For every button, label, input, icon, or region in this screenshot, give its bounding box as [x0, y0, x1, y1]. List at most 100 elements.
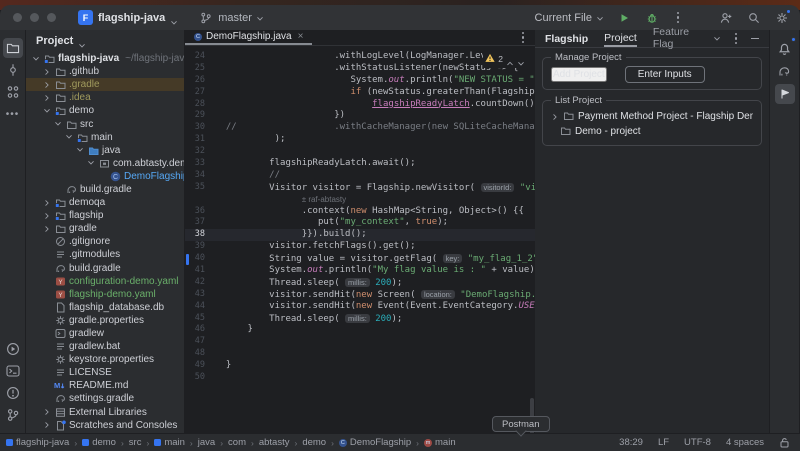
code-line[interactable]: 43 visitor.sendHit(new Screen( location:…	[185, 289, 535, 301]
code-line[interactable]: 36 .context(new HashMap<String, Object>(…	[185, 206, 535, 218]
project-list-item[interactable]: Demo - project	[551, 124, 753, 139]
tree-row[interactable]: gradle	[26, 222, 184, 235]
search-everywhere-icon[interactable]	[746, 10, 762, 26]
project-widget[interactable]: F flagship-java	[78, 10, 178, 25]
window-controls[interactable]	[13, 13, 56, 22]
code-line[interactable]: 45 Thread.sleep( millis: 200);	[185, 313, 535, 325]
chevron-down-icon[interactable]	[53, 120, 62, 128]
tree-row[interactable]: MREADME.md	[26, 379, 184, 392]
breadcrumb-item[interactable]: demo	[302, 437, 326, 448]
tree-row[interactable]: .gitignore	[26, 235, 184, 248]
tree-row[interactable]: flagship-java~/flagship-java	[26, 52, 184, 65]
code-line[interactable]: 27 if (newStatus.greaterThan(Flagship.St…	[185, 87, 535, 99]
tree-row[interactable]: build.gradle	[26, 183, 184, 196]
tree-row[interactable]: demoqa	[26, 196, 184, 209]
breadcrumb-item[interactable]: java	[198, 437, 215, 448]
next-problem-icon[interactable]	[517, 55, 525, 63]
code-line[interactable]: 41 System.out.println("My flag value is …	[185, 265, 535, 277]
code-line[interactable]: 49 }	[185, 360, 535, 372]
tool-strip-run-icon[interactable]	[3, 339, 23, 359]
breadcrumb-item[interactable]: main	[154, 437, 185, 448]
run-button[interactable]	[616, 10, 632, 26]
chevron-down-icon[interactable]	[713, 35, 721, 43]
tab-project[interactable]: Project	[604, 30, 637, 47]
tree-row[interactable]: flagship_database.db	[26, 301, 184, 314]
add-project-button[interactable]: Add Project	[551, 67, 607, 82]
tree-row[interactable]: demo	[26, 104, 184, 117]
chevron-down-icon[interactable]	[31, 55, 40, 63]
breadcrumb-item[interactable]: demo	[82, 437, 116, 448]
tree-row[interactable]: Yflagship-demo.yaml	[26, 288, 184, 301]
tree-row[interactable]: main	[26, 131, 184, 144]
tree-row[interactable]: flagship	[26, 209, 184, 222]
status-widget[interactable]: LF	[658, 437, 669, 448]
chevron-right-icon[interactable]	[551, 113, 559, 121]
code-line[interactable]: 47	[185, 336, 535, 348]
tab-feature-flag[interactable]: Feature Flag	[653, 30, 697, 47]
breadcrumb-item[interactable]: abtasty	[259, 437, 290, 448]
chevron-right-icon[interactable]	[42, 408, 51, 416]
branch-widget[interactable]: master	[198, 10, 264, 26]
tab-options-icon[interactable]	[517, 32, 529, 44]
code-line[interactable]: 34 //	[185, 170, 535, 182]
code-line[interactable]: 35 Visitor visitor = Flagship.newVisitor…	[185, 182, 535, 194]
code-line[interactable]: 46 }	[185, 324, 535, 336]
tree-row[interactable]: settings.gradle	[26, 392, 184, 405]
tool-strip-project-icon[interactable]	[3, 38, 23, 58]
hide-panel-icon[interactable]	[751, 38, 759, 40]
status-widget[interactable]: 38:29	[619, 437, 643, 448]
code-line[interactable]: 40 String value = visitor.getFlag( key: …	[185, 253, 535, 265]
tree-row[interactable]: gradle.properties	[26, 314, 184, 327]
code-line[interactable]: 42 Thread.sleep( millis: 200);	[185, 277, 535, 289]
chevron-down-icon[interactable]	[42, 107, 51, 115]
code-view[interactable]: 24 .withLogLevel(LogManager.Level.ALL)25…	[185, 46, 535, 433]
notifications-icon[interactable]	[775, 38, 795, 58]
code-line[interactable]: 30 // .withCacheManager(new SQLiteCacheM…	[185, 122, 535, 134]
tree-row[interactable]: build.gradle	[26, 262, 184, 275]
code-line[interactable]: 48	[185, 348, 535, 360]
chevron-right-icon[interactable]	[42, 81, 51, 89]
close-window-button[interactable]	[13, 13, 22, 22]
tree-row[interactable]: .idea	[26, 91, 184, 104]
minimize-window-button[interactable]	[30, 13, 39, 22]
tree-row[interactable]: CDemoFlagship	[26, 170, 184, 183]
tree-row[interactable]: LICENSE	[26, 366, 184, 379]
chevron-right-icon[interactable]	[42, 199, 51, 207]
code-inlay-row[interactable]: ± raf-abtasty	[185, 194, 535, 206]
more-actions-button[interactable]	[672, 12, 684, 24]
code-line[interactable]: 50	[185, 372, 535, 384]
breadcrumb-item[interactable]: src	[129, 437, 142, 448]
settings-gear-icon[interactable]	[774, 10, 790, 26]
tree-row[interactable]: gradlew	[26, 327, 184, 340]
breadcrumb-item[interactable]: com	[228, 437, 246, 448]
tree-row[interactable]: com.abtasty.demo	[26, 157, 184, 170]
tree-row[interactable]: External Libraries	[26, 406, 184, 419]
chevron-right-icon[interactable]	[42, 421, 51, 429]
editor-tab[interactable]: C DemoFlagship.java ×	[185, 30, 312, 45]
chevron-down-icon[interactable]	[64, 133, 73, 141]
enter-inputs-button[interactable]: Enter Inputs	[625, 66, 705, 83]
tool-strip-terminal-icon[interactable]	[3, 361, 23, 381]
tree-row[interactable]: java	[26, 144, 184, 157]
chevron-right-icon[interactable]	[42, 225, 51, 233]
write-access-lock-icon[interactable]	[779, 437, 790, 448]
tool-strip-commit-icon[interactable]	[3, 60, 23, 80]
run-configuration-selector[interactable]: Current File	[535, 12, 604, 24]
status-widget[interactable]: 4 spaces	[726, 437, 764, 448]
breadcrumb-item[interactable]: CDemoFlagship	[339, 437, 411, 448]
chevron-down-icon[interactable]	[75, 146, 84, 154]
chevron-right-icon[interactable]	[42, 212, 51, 220]
project-panel-header[interactable]: Project	[26, 30, 184, 52]
status-widget[interactable]: UTF-8	[684, 437, 711, 448]
previous-problem-icon[interactable]	[506, 55, 514, 63]
code-line[interactable]: 26 System.out.println("NEW STATUS = " + …	[185, 75, 535, 87]
code-with-me-icon[interactable]	[718, 10, 734, 26]
gradle-icon[interactable]	[775, 61, 795, 81]
code-line[interactable]: 31 );	[185, 134, 535, 146]
tree-row[interactable]: gradlew.bat	[26, 340, 184, 353]
tree-row[interactable]: .github	[26, 65, 184, 78]
tool-strip-more-icon[interactable]: •••	[3, 104, 23, 124]
tree-row[interactable]: Yconfiguration-demo.yaml	[26, 275, 184, 288]
chevron-down-icon[interactable]	[86, 159, 95, 167]
code-line[interactable]: 38 }}).build();	[185, 229, 535, 241]
